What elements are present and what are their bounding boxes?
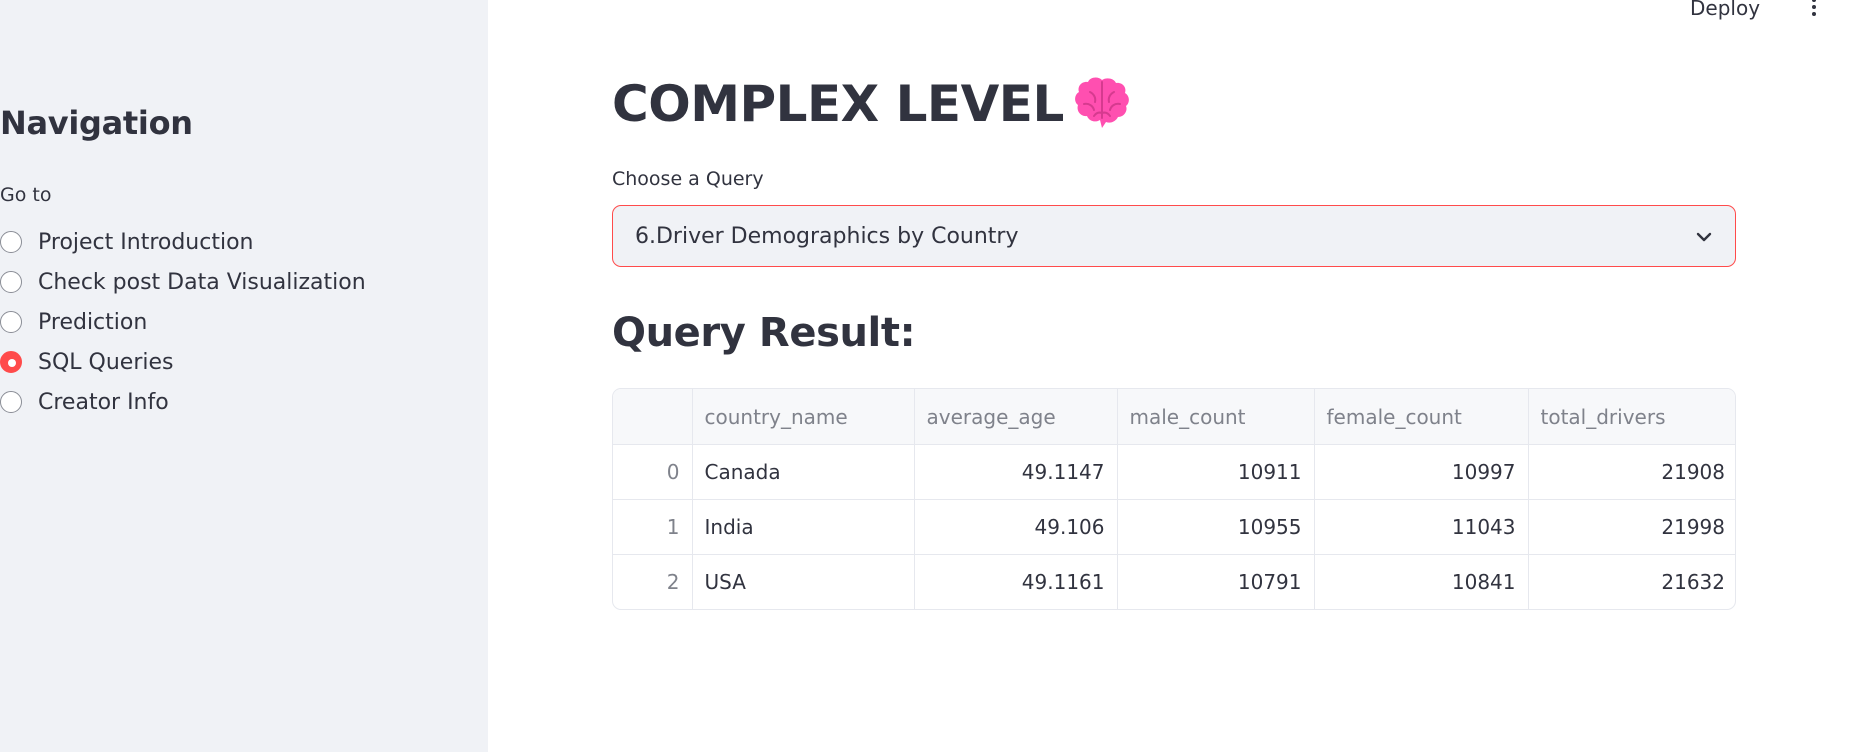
table-cell[interactable]: 10997 [1314, 444, 1529, 500]
column-header[interactable]: total_drivers [1528, 389, 1735, 445]
table-cell[interactable]: 49.1147 [914, 444, 1118, 500]
radio-button-icon[interactable] [0, 271, 22, 293]
table-header-row: country_name average_age male_count fema… [613, 389, 1735, 445]
result-heading: Query Result: [612, 310, 916, 356]
navigation-radio-group: Project Introduction Check post Data Vis… [0, 222, 366, 422]
sidebar: Navigation Go to Project Introduction Ch… [0, 0, 488, 752]
table-cell[interactable]: 11043 [1314, 499, 1529, 555]
nav-option-data-visualization[interactable]: Check post Data Visualization [0, 262, 366, 302]
radio-button-icon[interactable] [0, 231, 22, 253]
radio-button-icon[interactable] [0, 391, 22, 413]
radio-button-selected-icon[interactable] [0, 351, 22, 373]
select-label: Choose a Query [612, 168, 764, 190]
column-header-index[interactable] [613, 389, 693, 445]
table-cell[interactable]: India [692, 499, 915, 555]
page-title-text: COMPLEX LEVEL [612, 75, 1064, 133]
table-cell[interactable]: 21632 [1528, 555, 1735, 610]
column-header[interactable]: male_count [1117, 389, 1315, 445]
nav-option-prediction[interactable]: Prediction [0, 302, 366, 342]
row-index[interactable]: 1 [613, 499, 693, 555]
table-cell[interactable]: 10911 [1117, 444, 1315, 500]
radio-button-icon[interactable] [0, 311, 22, 333]
table-cell[interactable]: 10791 [1117, 554, 1315, 609]
row-index[interactable]: 2 [613, 554, 693, 609]
table-cell[interactable]: Canada [692, 444, 915, 500]
app-root: Navigation Go to Project Introduction Ch… [0, 0, 1873, 752]
row-index[interactable]: 0 [613, 444, 693, 500]
chevron-down-icon[interactable] [1695, 228, 1713, 246]
radio-group-label: Go to [0, 184, 52, 206]
more-vertical-icon[interactable] [1807, 0, 1821, 18]
brain-icon [1074, 77, 1129, 128]
page-title: COMPLEX LEVEL [612, 72, 1134, 136]
nav-option-sql-queries[interactable]: SQL Queries [0, 342, 366, 382]
column-header[interactable]: country_name [692, 389, 915, 445]
deploy-button[interactable]: Deploy [1690, 0, 1760, 20]
column-header[interactable]: average_age [914, 389, 1118, 445]
result-table: country_name average_age male_count fema… [613, 389, 1735, 610]
sidebar-title: Navigation [0, 104, 193, 142]
table-cell[interactable]: 21998 [1528, 499, 1735, 555]
table-cell[interactable]: USA [692, 554, 915, 609]
query-select-value: 6.Driver Demographics by Country [635, 223, 1019, 249]
result-dataframe[interactable]: country_name average_age male_count fema… [612, 388, 1736, 610]
table-cell[interactable]: 49.1161 [914, 554, 1118, 609]
nav-option-label: Check post Data Visualization [38, 269, 366, 295]
nav-option-project-introduction[interactable]: Project Introduction [0, 222, 366, 262]
nav-option-creator-info[interactable]: Creator Info [0, 382, 366, 422]
table-row: 2 USA 49.1161 10791 10841 21632 [613, 554, 1735, 610]
column-header[interactable]: female_count [1314, 389, 1529, 445]
nav-option-label: Creator Info [38, 389, 169, 415]
table-row: 0 Canada 49.1147 10911 10997 21908 [613, 444, 1735, 500]
table-cell[interactable]: 49.106 [914, 499, 1118, 555]
table-cell[interactable]: 21908 [1528, 444, 1735, 500]
table-cell[interactable]: 10955 [1117, 499, 1315, 555]
nav-option-label: Prediction [38, 309, 148, 335]
nav-option-label: SQL Queries [38, 349, 174, 375]
table-row: 1 India 49.106 10955 11043 21998 [613, 499, 1735, 555]
nav-option-label: Project Introduction [38, 229, 254, 255]
table-cell[interactable]: 10841 [1314, 554, 1529, 609]
query-select[interactable]: 6.Driver Demographics by Country [612, 205, 1736, 267]
